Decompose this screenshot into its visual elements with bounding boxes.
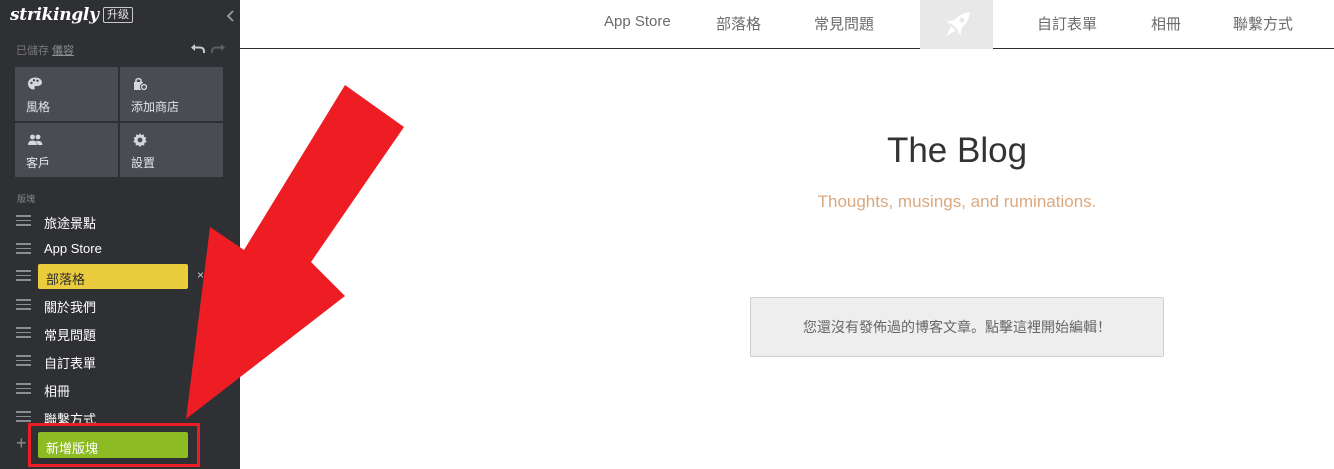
strikingly-logo[interactable]: strikingly <box>10 5 99 25</box>
settings-tile[interactable]: 設置 <box>120 123 223 177</box>
drag-handle-icon[interactable] <box>16 383 31 394</box>
add-store-tile[interactable]: 添加商店 <box>120 67 223 121</box>
store-bag-icon <box>134 77 148 92</box>
nav-item-custom-form[interactable]: 自訂表單 <box>1037 13 1097 34</box>
site-logo[interactable] <box>920 0 993 49</box>
nav-item-app-store[interactable]: App Store <box>604 13 671 30</box>
drag-handle-icon[interactable] <box>16 243 31 254</box>
drag-handle-icon[interactable] <box>16 327 31 338</box>
site-top-navigation: App Store 部落格 常見問題 自訂表單 相冊 聯繫方式 <box>240 0 1334 49</box>
block-label: 自訂表單 <box>44 356 97 371</box>
redo-icon <box>211 44 225 53</box>
editor-sidebar: strikingly 升级 已儲存 儀容 風格 添加商店 客戶 設置 版塊 旅途… <box>0 0 240 469</box>
undo-button[interactable] <box>190 40 206 56</box>
upgrade-badge[interactable]: 升级 <box>103 7 133 23</box>
settings-tile-label: 設置 <box>131 156 156 170</box>
block-row-custom-form[interactable]: 自訂表單 <box>16 349 240 373</box>
remove-block-icon[interactable]: × <box>197 268 204 282</box>
block-label: 關於我們 <box>44 300 97 315</box>
blog-subtitle[interactable]: Thoughts, musings, and ruminations. <box>240 192 1334 212</box>
style-tile-label: 風格 <box>26 100 51 114</box>
block-row-about-us[interactable]: 關於我們 <box>16 293 240 317</box>
quick-actions-grid: 風格 添加商店 客戶 設置 <box>15 67 223 177</box>
drag-handle-icon[interactable] <box>16 270 31 281</box>
gear-icon <box>133 133 147 147</box>
block-label: 部落格 <box>38 264 188 289</box>
undo-icon <box>191 44 205 53</box>
style-tile[interactable]: 風格 <box>15 67 118 121</box>
plus-icon[interactable]: + <box>16 433 27 453</box>
save-status-text: 已儲存 <box>16 45 49 57</box>
people-icon <box>28 134 43 145</box>
block-label: 常見問題 <box>44 328 97 343</box>
redo-button[interactable] <box>210 40 226 56</box>
nav-item-contact[interactable]: 聯繫方式 <box>1233 13 1293 34</box>
customers-tile[interactable]: 客戶 <box>15 123 118 177</box>
annotation-highlight-box <box>28 423 200 467</box>
rocket-icon <box>945 11 970 36</box>
block-label: App Store <box>44 241 102 256</box>
start-editing-blog-button[interactable]: 您還沒有發佈過的博客文章。點擊這裡開始編輯！ <box>750 297 1164 357</box>
preview-link[interactable]: 儀容 <box>52 45 74 57</box>
palette-icon <box>28 77 42 90</box>
sections-label: 版塊 <box>17 194 36 204</box>
collapse-sidebar-button[interactable] <box>224 8 236 24</box>
drag-handle-icon[interactable] <box>16 411 31 422</box>
block-row-blog[interactable]: 部落格 × <box>16 264 240 289</box>
customers-tile-label: 客戶 <box>26 156 51 170</box>
block-row-faq[interactable]: 常見問題 <box>16 321 240 345</box>
block-row-travel-spots[interactable]: 旅途景點 <box>16 209 240 233</box>
block-label: 旅途景點 <box>44 216 97 231</box>
drag-handle-icon[interactable] <box>16 355 31 366</box>
nav-item-gallery[interactable]: 相冊 <box>1151 13 1181 34</box>
block-row-app-store[interactable]: App Store <box>16 237 240 261</box>
nav-item-blog[interactable]: 部落格 <box>716 13 761 34</box>
block-label: 相冊 <box>44 384 71 399</box>
block-row-gallery[interactable]: 相冊 <box>16 377 240 401</box>
nav-item-faq[interactable]: 常見問題 <box>814 13 874 34</box>
save-status: 已儲存 儀容 <box>16 42 74 58</box>
drag-handle-icon[interactable] <box>16 299 31 310</box>
drag-handle-icon[interactable] <box>16 215 31 226</box>
blog-title[interactable]: The Blog <box>240 131 1334 171</box>
chevron-left-icon <box>226 10 234 22</box>
add-store-tile-label: 添加商店 <box>131 100 180 114</box>
